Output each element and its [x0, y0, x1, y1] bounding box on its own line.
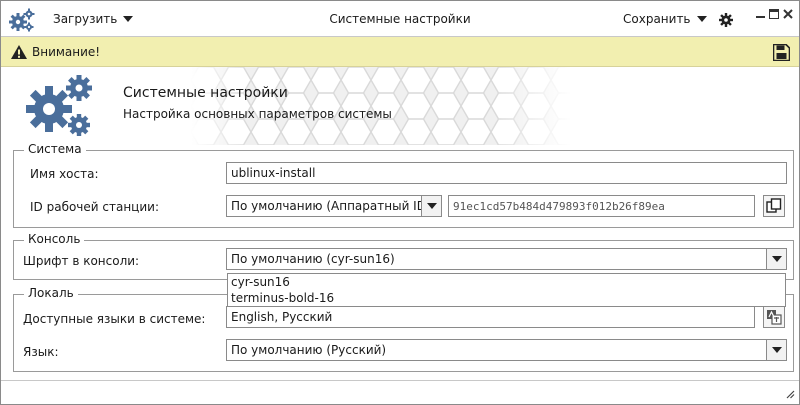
close-icon[interactable] — [783, 9, 793, 19]
page-header: Системные настройки Настройка основных п… — [1, 67, 799, 145]
title-bar: Загрузить Системные настройки Сохранить — [1, 1, 799, 37]
machine-id-mode-select[interactable]: По умолчанию (Аппаратный ID) — [226, 195, 442, 217]
available-languages-label: Доступные языки в системе: — [23, 312, 206, 326]
chevron-down-icon[interactable] — [421, 196, 441, 216]
console-font-label: Шрифт в консоли: — [23, 254, 140, 268]
dropdown-option[interactable]: cyr-sun16 — [231, 275, 290, 289]
language-select[interactable]: По умолчанию (Русский) — [226, 339, 787, 361]
page-subtitle: Настройка основных параметров системы — [123, 107, 392, 121]
hostname-label: Имя хоста: — [30, 167, 99, 181]
language-icon — [767, 310, 782, 325]
locale-group-legend: Локаль — [24, 286, 78, 300]
save-menu-label: Сохранить — [623, 12, 691, 26]
save-menu-button[interactable]: Сохранить — [623, 12, 707, 26]
chevron-down-icon[interactable] — [766, 249, 786, 269]
hostname-input[interactable]: ublinux-install — [226, 162, 787, 184]
status-bar-divider — [1, 380, 799, 381]
machine-id-input[interactable]: 91ec1cd57b484d479893f012b26f89ea — [448, 195, 755, 217]
copy-icon — [766, 198, 782, 213]
warning-text: Внимание! — [32, 45, 101, 59]
warning-bar: Внимание! — [1, 37, 799, 67]
settings-window: Загрузить Системные настройки Сохранить — [0, 0, 800, 405]
console-font-dropdown: cyr-sun16 terminus-bold-16 — [227, 273, 786, 307]
system-settings-gears-icon — [26, 75, 92, 136]
choose-languages-button[interactable] — [763, 306, 785, 328]
chevron-down-icon — [696, 16, 707, 22]
dropdown-option[interactable]: terminus-bold-16 — [231, 291, 334, 305]
console-font-value: По умолчанию (cyr-sun16) — [231, 252, 395, 266]
machine-id-mode-value: По умолчанию (Аппаратный ID) — [231, 199, 431, 213]
chevron-down-icon — [123, 16, 134, 22]
minimize-icon[interactable] — [756, 9, 766, 19]
system-group-legend: Система — [24, 142, 86, 156]
gear-icon[interactable] — [719, 13, 733, 27]
language-label: Язык: — [23, 345, 59, 359]
resize-grip-icon[interactable] — [785, 389, 795, 399]
available-languages-input[interactable]: English, Русский — [226, 306, 755, 328]
hexagon-pattern-background — [191, 67, 571, 145]
gears-icon — [9, 8, 35, 32]
save-icon[interactable] — [773, 44, 790, 61]
copy-id-button[interactable] — [763, 195, 785, 217]
warning-icon — [11, 45, 27, 59]
machine-id-label: ID рабочей станции: — [30, 200, 159, 214]
page-title: Системные настройки — [123, 85, 288, 101]
load-menu-button[interactable]: Загрузить — [53, 12, 134, 26]
console-group-legend: Консоль — [24, 232, 85, 246]
chevron-down-icon[interactable] — [766, 340, 786, 360]
language-value: По умолчанию (Русский) — [231, 343, 387, 357]
console-font-select[interactable]: По умолчанию (cyr-sun16) — [226, 248, 787, 270]
maximize-icon[interactable] — [769, 9, 779, 19]
load-menu-label: Загрузить — [53, 12, 118, 26]
